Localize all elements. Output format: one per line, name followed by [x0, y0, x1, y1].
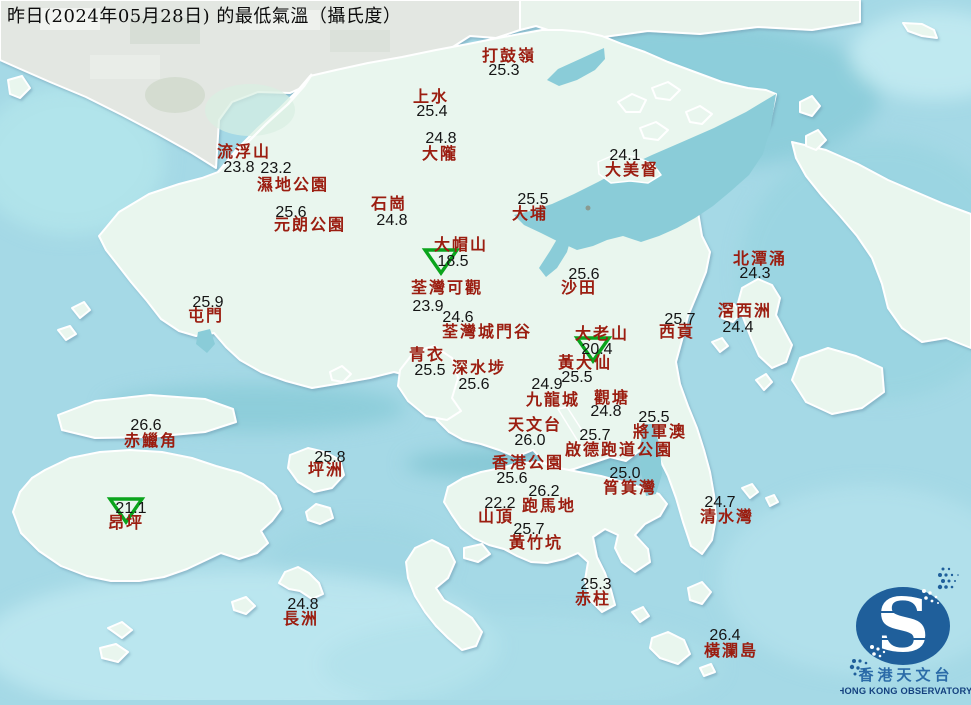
station-name: 濕地公園	[257, 177, 329, 193]
station-value: 25.6	[496, 471, 527, 487]
station-name: 元朗公園	[274, 217, 346, 233]
station-value: 25.3	[488, 63, 519, 79]
station-name: 北潭涌	[733, 251, 787, 267]
station-name: 赤鱲角	[124, 433, 178, 449]
station-value: 18.5	[437, 254, 468, 270]
station-name: 屯門	[188, 308, 224, 324]
logo-s-swirl: S	[876, 583, 929, 669]
logo-text-english: HONG KONG OBSERVATORY	[840, 686, 971, 696]
map-title: 昨日(2024年05月28日) 的最低氣溫（攝氏度）	[7, 2, 401, 28]
station-name: 荃灣城門谷	[442, 324, 532, 340]
station-name: 跑馬地	[522, 498, 576, 514]
station-name: 大老山	[575, 326, 629, 342]
station-value: 25.5	[414, 363, 445, 379]
station-name: 筲箕灣	[603, 480, 657, 496]
station-name: 山頂	[478, 509, 514, 525]
station-name: 天文台	[508, 417, 562, 433]
station-name: 清水灣	[700, 509, 754, 525]
station-name: 赤柱	[575, 591, 611, 607]
station-value: 24.4	[722, 320, 753, 336]
station-name: 荃灣可觀	[411, 280, 483, 296]
station-name: 西貢	[659, 324, 695, 340]
station-name: 昂坪	[108, 515, 144, 531]
station-name: 觀塘	[594, 390, 630, 406]
station-name: 深水埗	[452, 360, 506, 376]
weather-map-stage: 昨日(2024年05月28日) 的最低氣溫（攝氏度） 25.3打鼓嶺25.4上水…	[0, 0, 971, 700]
station-value: 26.0	[514, 433, 545, 449]
hko-logo: S 香港天文台 HONG KONG O	[840, 563, 971, 705]
logo-text-chinese: 香港天文台	[858, 666, 953, 684]
station-value: 24.8	[376, 213, 407, 229]
station-name: 打鼓嶺	[482, 48, 536, 64]
station-value: 23.9	[412, 299, 443, 315]
station-value: 24.3	[739, 266, 770, 282]
station-name: 大埔	[512, 206, 548, 222]
station-name: 坪洲	[308, 462, 344, 478]
station-name: 香港公園	[492, 455, 564, 471]
station-name: 黃大仙	[558, 355, 612, 371]
station-name: 啟德跑道公園	[565, 442, 673, 458]
station-name: 流浮山	[217, 144, 271, 160]
station-name: 將軍澳	[633, 424, 687, 440]
station-value: 25.6	[458, 377, 489, 393]
station-name: 大隴	[422, 146, 458, 162]
stations-layer: 25.3打鼓嶺25.4上水24.8大隴23.8流浮山23.2濕地公園25.6元朗…	[0, 0, 971, 700]
station-name: 上水	[413, 89, 449, 105]
hko-logo-graphic: S 香港天文台 HONG KONG O	[840, 563, 971, 700]
station-name: 大帽山	[434, 237, 488, 253]
station-name: 黃竹坑	[509, 535, 563, 551]
station-name: 九龍城	[526, 392, 580, 408]
logo-halftone-dots-top-right	[938, 568, 959, 590]
station-value: 23.8	[223, 160, 254, 176]
station-name: 橫瀾島	[704, 643, 758, 659]
station-name: 大美督	[605, 162, 659, 178]
station-name: 石崗	[371, 196, 407, 212]
station-name: 沙田	[561, 280, 597, 296]
station-name: 青衣	[409, 347, 445, 363]
station-name: 長洲	[283, 611, 319, 627]
station-value: 25.5	[561, 370, 592, 386]
station-name: 滘西洲	[718, 303, 772, 319]
station-value: 25.4	[416, 104, 447, 120]
